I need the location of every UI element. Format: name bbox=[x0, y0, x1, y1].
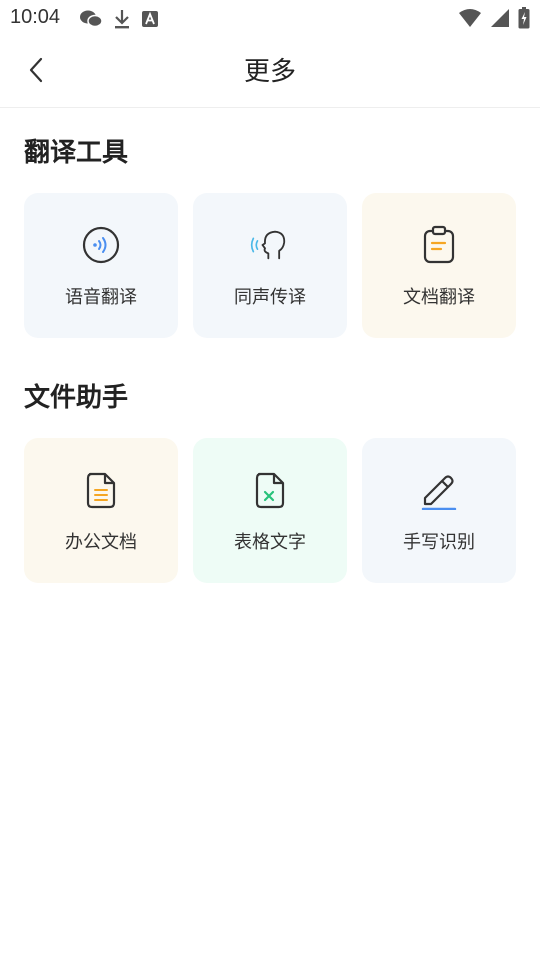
document-translate-label: 文档翻译 bbox=[403, 287, 475, 308]
download-icon bbox=[113, 8, 131, 35]
simultaneous-interpret-icon bbox=[250, 225, 290, 265]
wifi-icon bbox=[458, 8, 482, 33]
spreadsheet-text-label: 表格文字 bbox=[234, 532, 306, 553]
handwriting-label: 手写识别 bbox=[403, 532, 475, 553]
handwriting-icon bbox=[419, 470, 459, 510]
status-left-icons bbox=[79, 8, 159, 35]
status-right-icons bbox=[458, 7, 530, 34]
battery-icon bbox=[518, 7, 530, 34]
office-document-label: 办公文档 bbox=[65, 532, 137, 553]
a-icon bbox=[141, 10, 159, 33]
status-bar: 10:04 bbox=[0, 0, 540, 36]
signal-icon bbox=[490, 8, 510, 33]
spreadsheet-text-card[interactable]: 表格文字 bbox=[193, 438, 347, 583]
office-document-card[interactable]: 办公文档 bbox=[24, 438, 178, 583]
file-assistant-row: 办公文档 表格文字 手写识别 bbox=[24, 438, 516, 583]
simultaneous-interpret-label: 同声传译 bbox=[234, 287, 306, 308]
section-title-translate-tools: 翻译工具 bbox=[24, 138, 129, 168]
simultaneous-interpret-card[interactable]: 同声传译 bbox=[193, 193, 347, 338]
spreadsheet-text-icon bbox=[250, 470, 290, 510]
page-title: 更多 bbox=[243, 57, 296, 87]
status-time: 10:04 bbox=[10, 6, 61, 28]
translate-tools-row: 语音翻译 同声传译 文档翻译 bbox=[24, 193, 516, 338]
voice-translate-label: 语音翻译 bbox=[65, 287, 137, 308]
voice-translate-icon bbox=[81, 225, 121, 265]
voice-translate-card[interactable]: 语音翻译 bbox=[24, 193, 178, 338]
document-translate-card[interactable]: 文档翻译 bbox=[362, 193, 516, 338]
app-header: 更多 bbox=[0, 36, 540, 108]
document-translate-icon bbox=[419, 225, 459, 265]
handwriting-card[interactable]: 手写识别 bbox=[362, 438, 516, 583]
office-document-icon bbox=[81, 470, 121, 510]
section-title-file-assistant: 文件助手 bbox=[24, 383, 129, 413]
wechat-icon bbox=[79, 9, 103, 34]
